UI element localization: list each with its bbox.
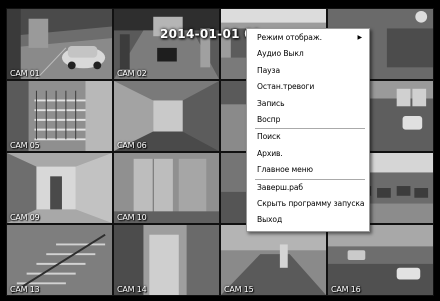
camera-label: CAM 05 [10, 141, 40, 150]
menu-item-playback[interactable]: Воспр [247, 112, 369, 128]
menu-item-search[interactable]: Поиск [247, 129, 369, 145]
camera-label: CAM 06 [117, 141, 147, 150]
menu-item-display-mode[interactable]: Режим отображ. ▶ [247, 30, 369, 46]
camera-label: CAM 09 [10, 213, 40, 222]
menu-item-label: Выход [257, 215, 283, 225]
menu-item-label: Воспр [257, 114, 281, 124]
menu-item-archive[interactable]: Архив. [247, 146, 369, 162]
menu-item-record[interactable]: Запись [247, 96, 369, 112]
menu-item-label: Заверш.раб [257, 182, 304, 192]
menu-item-label: Аудио Выкл [257, 49, 304, 59]
menu-item-label: Поиск [257, 132, 281, 142]
camera-tile-13[interactable]: CAM 13 [6, 224, 113, 296]
camera-tile-15[interactable]: CAM 15 [220, 224, 327, 296]
menu-item-shutdown[interactable]: Заверш.раб [247, 180, 369, 196]
camera-label: CAM 02 [117, 69, 147, 78]
menu-item-audio-off[interactable]: Аудио Выкл [247, 46, 369, 62]
menu-item-label: Остан.тревоги [257, 82, 315, 92]
menu-item-stop-alarm[interactable]: Остан.тревоги [247, 79, 369, 95]
menu-item-label: Архив. [257, 148, 283, 158]
camera-label: CAM 13 [10, 285, 40, 294]
camera-label: CAM 14 [117, 285, 147, 294]
menu-item-pause[interactable]: Пауза [247, 63, 369, 79]
menu-item-label: Запись [257, 98, 285, 108]
menu-item-main-menu[interactable]: Главное меню [247, 162, 369, 178]
camera-tile-16[interactable]: CAM 16 [327, 224, 434, 296]
dvr-live-view-screen: CAM 01 CAM 02 CAM 05 CAM 06 CAM 09 CAM 1… [0, 0, 440, 301]
camera-label: CAM 01 [10, 69, 40, 78]
submenu-arrow-icon: ▶ [357, 34, 362, 41]
camera-tile-10[interactable]: CAM 10 [113, 152, 220, 224]
menu-item-label: Скрыть программу запуска [257, 198, 365, 208]
camera-label: CAM 15 [224, 285, 254, 294]
camera-tile-06[interactable]: CAM 06 [113, 80, 220, 152]
camera-tile-14[interactable]: CAM 14 [113, 224, 220, 296]
menu-item-label: Главное меню [257, 165, 313, 175]
camera-label: CAM 16 [331, 285, 361, 294]
context-menu: Режим отображ. ▶ Аудио Выкл Пауза Остан.… [246, 28, 370, 232]
menu-item-label: Пауза [257, 65, 281, 75]
camera-tile-02[interactable]: CAM 02 [113, 8, 220, 80]
menu-item-exit[interactable]: Выход [247, 212, 369, 228]
menu-item-hide-launcher[interactable]: Скрыть программу запуска [247, 196, 369, 212]
camera-tile-01[interactable]: CAM 01 [6, 8, 113, 80]
camera-tile-05[interactable]: CAM 05 [6, 80, 113, 152]
camera-tile-09[interactable]: CAM 09 [6, 152, 113, 224]
camera-label: CAM 10 [117, 213, 147, 222]
menu-item-label: Режим отображ. [257, 33, 322, 42]
